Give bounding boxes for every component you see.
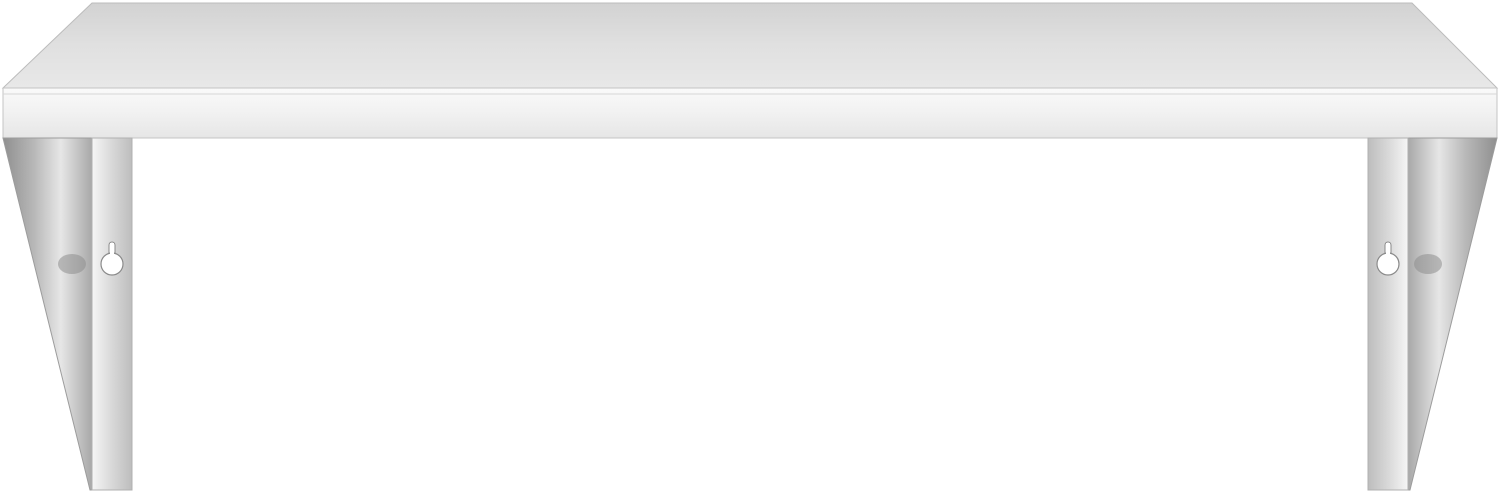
shelf-top-surface [1, 2, 1499, 89]
shelf-illustration [1, 2, 1499, 491]
shelf-front-lip [2, 87, 1498, 139]
right-bracket [1367, 137, 1498, 491]
shelf-product-image [0, 0, 1500, 493]
left-bracket [2, 137, 133, 491]
